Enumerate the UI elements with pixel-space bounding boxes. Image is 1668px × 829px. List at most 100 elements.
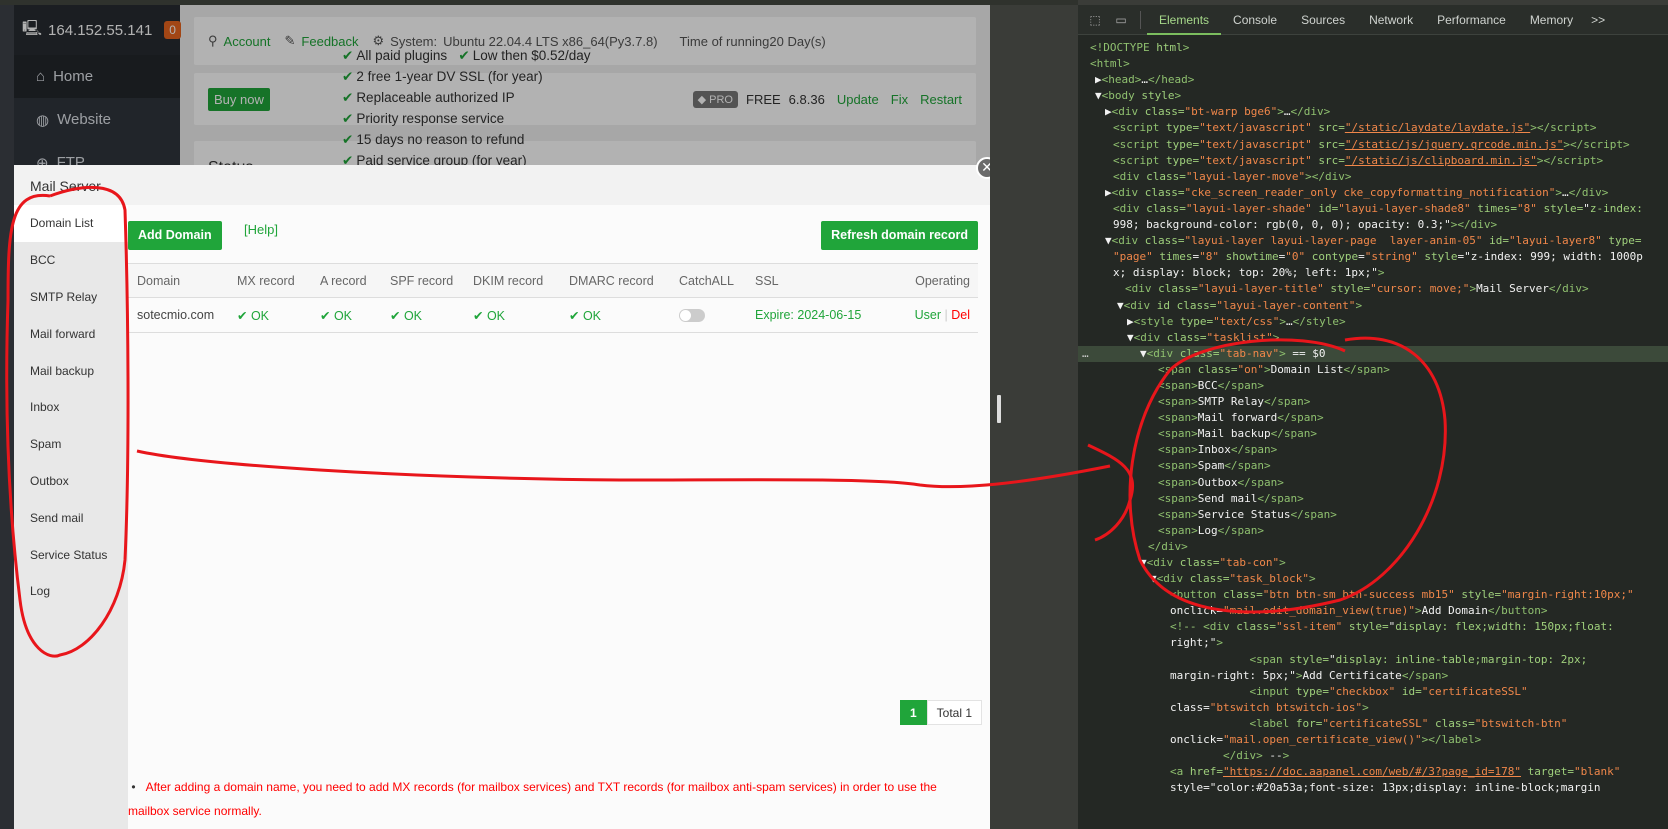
dom-node-line[interactable]: <label for="certificateSSL" class="btswi… <box>1078 716 1668 732</box>
dom-node-line[interactable]: <span style="display: inline-table;margi… <box>1078 652 1668 668</box>
dom-node-line[interactable]: x; display: block; top: 20%; left: 1px;"… <box>1078 265 1668 281</box>
dom-node-line[interactable]: ▼<div class="tasklist"> <box>1078 330 1668 346</box>
dom-node-line[interactable]: <span>Send mail</span> <box>1078 491 1668 507</box>
dom-node-line[interactable]: <html> <box>1078 56 1668 72</box>
mail-tab-domain-list[interactable]: Domain List <box>14 205 128 242</box>
refresh-domain-record-button[interactable]: Refresh domain record <box>821 221 978 250</box>
dom-node-line[interactable]: <div class="layui-layer-shade" id="layui… <box>1078 201 1668 217</box>
user-link[interactable]: User <box>915 308 941 322</box>
mail-tab-outbox[interactable]: Outbox <box>14 463 128 500</box>
mail-tab-nav: Domain List BCC SMTP Relay Mail forward Mail… <box>14 205 128 829</box>
help-link[interactable]: [Help] <box>244 222 278 237</box>
col-operating: Operating <box>888 263 978 298</box>
inspect-element-icon[interactable]: ⬚ <box>1082 13 1108 27</box>
mail-tab-service-status[interactable]: Service Status <box>14 536 128 573</box>
ssl-expiry[interactable]: Expire: 2024-06-15 <box>746 297 889 333</box>
col-domain: Domain <box>128 263 228 298</box>
table-header: Domain MX record A record SPF record DKI… <box>128 263 978 298</box>
dom-node-line[interactable]: <!DOCTYPE html> <box>1078 40 1668 56</box>
panel-resize-handle[interactable] <box>997 395 1001 423</box>
dom-node-line[interactable]: <!-- <div class="ssl-item" style="displa… <box>1078 619 1668 635</box>
mail-tab-bcc[interactable]: BCC <box>14 242 128 279</box>
dom-node-line[interactable]: <span>Mail backup</span> <box>1078 426 1668 442</box>
dom-node-line[interactable]: ▶<style type="text/css">…</style> <box>1078 314 1668 330</box>
devtools-toolbar: ⬚ ▭ Elements Console Sources Network Perform… <box>1078 5 1668 35</box>
a-status: ✔ OK <box>311 297 381 333</box>
delete-link[interactable]: Del <box>951 308 970 322</box>
mail-tab-send-mail[interactable]: Send mail <box>14 499 128 536</box>
mail-tab-mail-forward[interactable]: Mail forward <box>14 315 128 352</box>
domain-list-panel: Add Domain [Help] Refresh domain record … <box>128 205 990 829</box>
mail-tab-smtp-relay[interactable]: SMTP Relay <box>14 279 128 316</box>
modal-title[interactable]: Mail Server <box>14 165 990 205</box>
pagination: 1 Total 1 <box>899 700 982 725</box>
devtools-panel: ⬚ ▭ Elements Console Sources Network Perform… <box>1078 5 1668 829</box>
dns-note: • After adding a domain name, you need t… <box>128 775 978 823</box>
dom-node-line[interactable]: <span>BCC</span> <box>1078 378 1668 394</box>
dom-node-line[interactable]: "page" times="8" showtime="0" contype="s… <box>1078 249 1668 265</box>
dom-node-line[interactable]: </div> --> <box>1078 748 1668 764</box>
dom-node-line[interactable]: ▶<head>…</head> <box>1078 72 1668 88</box>
table-row: sotecmio.com ✔ OK ✔ OK ✔ OK ✔ OK ✔ OK Ex… <box>128 297 978 333</box>
catchall-cell <box>670 297 746 333</box>
devtools-tab-memory[interactable]: Memory <box>1518 5 1585 35</box>
dom-node-line[interactable]: class="btswitch btswitch-ios"> <box>1078 700 1668 716</box>
dom-node-line[interactable]: … ▼<div class="tab-nav"> == $0 <box>1078 345 1668 362</box>
dom-node-line[interactable]: style="color:#20a53a;font-size: 13px;dis… <box>1078 780 1668 796</box>
devtools-tab-sources[interactable]: Sources <box>1289 5 1357 35</box>
dom-node-line[interactable]: <script type="text/javascript" src="/sta… <box>1078 153 1668 169</box>
dom-node-line[interactable]: onclick="mail.edit_domain_view(true)">Ad… <box>1078 603 1668 619</box>
dom-node-line[interactable]: <span>Mail forward</span> <box>1078 410 1668 426</box>
dom-node-line[interactable]: <span>Service Status</span> <box>1078 507 1668 523</box>
dmarc-status: ✔ OK <box>560 297 670 333</box>
dom-node-line[interactable]: <span>Inbox</span> <box>1078 442 1668 458</box>
dom-node-line[interactable]: <input type="checkbox" id="certificateSS… <box>1078 684 1668 700</box>
dom-node-line[interactable]: <button class="btn btn-sm btn-success mb… <box>1078 587 1668 603</box>
window-left-edge <box>0 5 14 829</box>
dom-node-line[interactable]: margin-right: 5px;">Add Certificate</spa… <box>1078 668 1668 684</box>
mail-tab-inbox[interactable]: Inbox <box>14 389 128 426</box>
mail-tab-log[interactable]: Log <box>14 573 128 610</box>
devtools-tab-network[interactable]: Network <box>1357 5 1425 35</box>
add-domain-button[interactable]: Add Domain <box>128 221 222 250</box>
check-icon: ✔ <box>569 308 583 323</box>
status-text: OK <box>333 308 353 323</box>
dom-node-line[interactable]: <div class="layui-layer-move"></div> <box>1078 169 1668 185</box>
page-current[interactable]: 1 <box>899 700 927 725</box>
dom-node-line[interactable]: <span class="on">Domain List</span> <box>1078 362 1668 378</box>
mail-tab-mail-backup[interactable]: Mail backup <box>14 352 128 389</box>
mail-tab-spam[interactable]: Spam <box>14 426 128 463</box>
aapanel-page: 🖳 164.152.55.141 0 ⌂ Home ◍ Website ⊕ FTP ⚲… <box>14 5 990 829</box>
dom-node-line[interactable]: ▼<body style> <box>1078 88 1668 104</box>
dom-node-line[interactable]: ▶<div class="cke_screen_reader_only cke_… <box>1078 185 1668 201</box>
dom-node-line[interactable]: <div class="layui-layer-title" style="cu… <box>1078 281 1668 297</box>
dom-node-line[interactable]: onclick="mail.open_certificate_view()"><… <box>1078 732 1668 748</box>
dom-node-line[interactable]: </div> <box>1078 539 1668 555</box>
devtools-tab-elements[interactable]: Elements <box>1147 5 1222 35</box>
status-text: OK <box>486 308 506 323</box>
dom-tree: <!DOCTYPE html> <html> ▶<head>…</head> ▼<bo… <box>1078 35 1668 796</box>
dom-node-line[interactable]: <span>Spam</span> <box>1078 458 1668 474</box>
dom-node-line[interactable]: 998; background-color: rgb(0, 0, 0); opa… <box>1078 217 1668 233</box>
dom-node-line[interactable]: <span>Log</span> <box>1078 523 1668 539</box>
dom-node-line[interactable]: <script type="text/javascript" src="/sta… <box>1078 120 1668 136</box>
dom-node-line[interactable]: <script type="text/javascript" src="/sta… <box>1078 137 1668 153</box>
dom-node-line[interactable]: ▼<div class="tab-con"> <box>1078 555 1668 571</box>
dom-node-line[interactable]: right;"> <box>1078 635 1668 651</box>
device-toggle-icon[interactable]: ▭ <box>1108 13 1134 27</box>
more-tabs-icon[interactable]: >> <box>1591 13 1605 27</box>
dom-node-line[interactable]: <a href="https://doc.aapanel.com/web/#/3… <box>1078 764 1668 780</box>
devtools-tab-console[interactable]: Console <box>1221 5 1289 35</box>
dom-node-line[interactable]: ▼<div class="layui-layer layui-layer-pag… <box>1078 233 1668 249</box>
dom-node-line[interactable]: ▼<div class="task_block"> <box>1078 571 1668 587</box>
dom-node-line[interactable]: <span>SMTP Relay</span> <box>1078 394 1668 410</box>
dom-node-line[interactable]: ▶<div class="bt-warp bge6">…</div> <box>1078 104 1668 120</box>
col-ssl: SSL <box>746 263 889 298</box>
domain-table: Domain MX record A record SPF record DKI… <box>128 263 978 333</box>
dom-node-line[interactable]: ▼<div id class="layui-layer-content"> <box>1078 298 1668 314</box>
col-mx: MX record <box>228 263 311 298</box>
mx-status: ✔ OK <box>228 297 311 333</box>
catchall-toggle[interactable] <box>679 309 705 323</box>
devtools-tab-performance[interactable]: Performance <box>1425 5 1518 35</box>
dom-node-line[interactable]: <span>Outbox</span> <box>1078 475 1668 491</box>
